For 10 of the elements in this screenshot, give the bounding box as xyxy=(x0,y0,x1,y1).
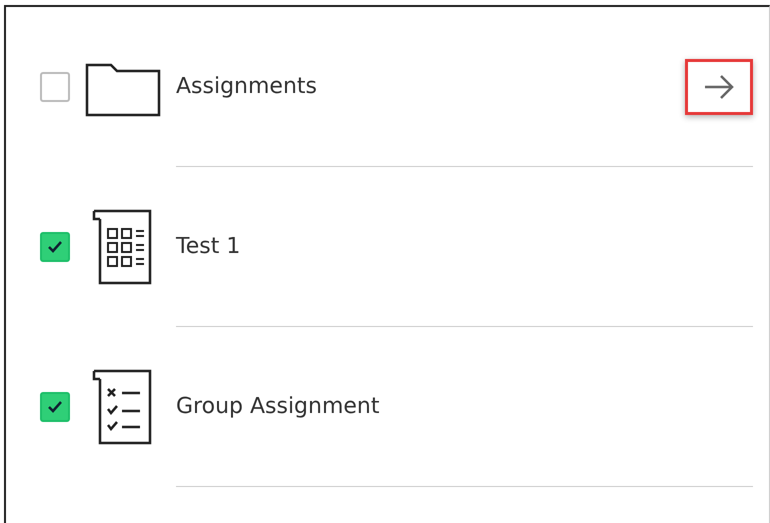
item-title[interactable]: Assignments xyxy=(176,74,317,99)
open-button[interactable] xyxy=(685,58,753,114)
item-title[interactable]: Group Assignment xyxy=(176,394,380,419)
checkbox[interactable] xyxy=(40,232,70,262)
item-title[interactable]: Test 1 xyxy=(176,234,240,259)
checkmark-icon xyxy=(48,401,62,413)
checkbox[interactable] xyxy=(40,392,70,422)
checkmark-icon xyxy=(48,241,62,253)
arrow-right-icon xyxy=(703,74,735,100)
checkbox[interactable] xyxy=(40,72,70,102)
